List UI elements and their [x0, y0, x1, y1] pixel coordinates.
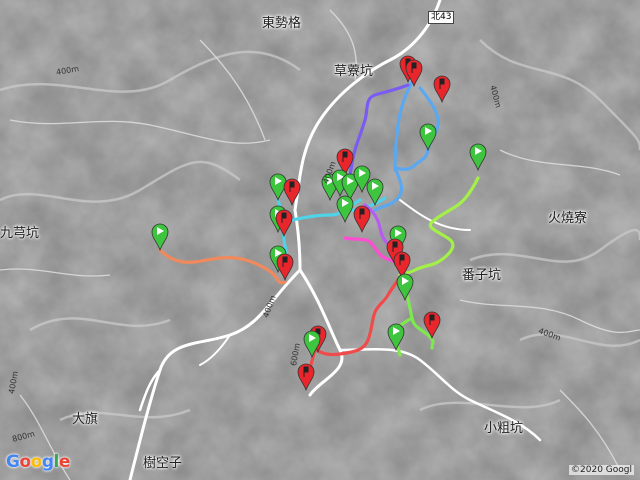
place-label-huoshaoliao: 火燒寮 — [548, 211, 588, 226]
map-copyright[interactable]: ©2020 Googl — [569, 465, 634, 475]
logo-letter: o — [19, 452, 31, 472]
logo-letter: g — [41, 452, 54, 472]
place-label-daqi: 大旗 — [72, 412, 99, 427]
logo-letter: G — [6, 452, 20, 472]
road-shield-north: 北43 — [428, 11, 455, 24]
place-label-jiuqiongkeng: 九芎坑 — [0, 226, 40, 241]
place-label-caoliaokeng: 草藔坑 — [334, 64, 374, 79]
logo-letter: o — [30, 452, 43, 472]
place-label-fanzikeng: 番子坑 — [462, 268, 502, 283]
map-view[interactable]: 東勢格 草藔坑 九芎坑 火燒寮 番子坑 大旗 小粗坑 樹空子 400m 400m… — [0, 0, 640, 480]
logo-letter: e — [58, 452, 71, 472]
place-label-kongzi: 樹空子 — [143, 456, 183, 471]
place-label-xiaocukeng: 小粗坑 — [484, 421, 524, 436]
place-label-dongshige: 東勢格 — [262, 16, 302, 31]
google-logo[interactable]: Google — [6, 452, 70, 472]
